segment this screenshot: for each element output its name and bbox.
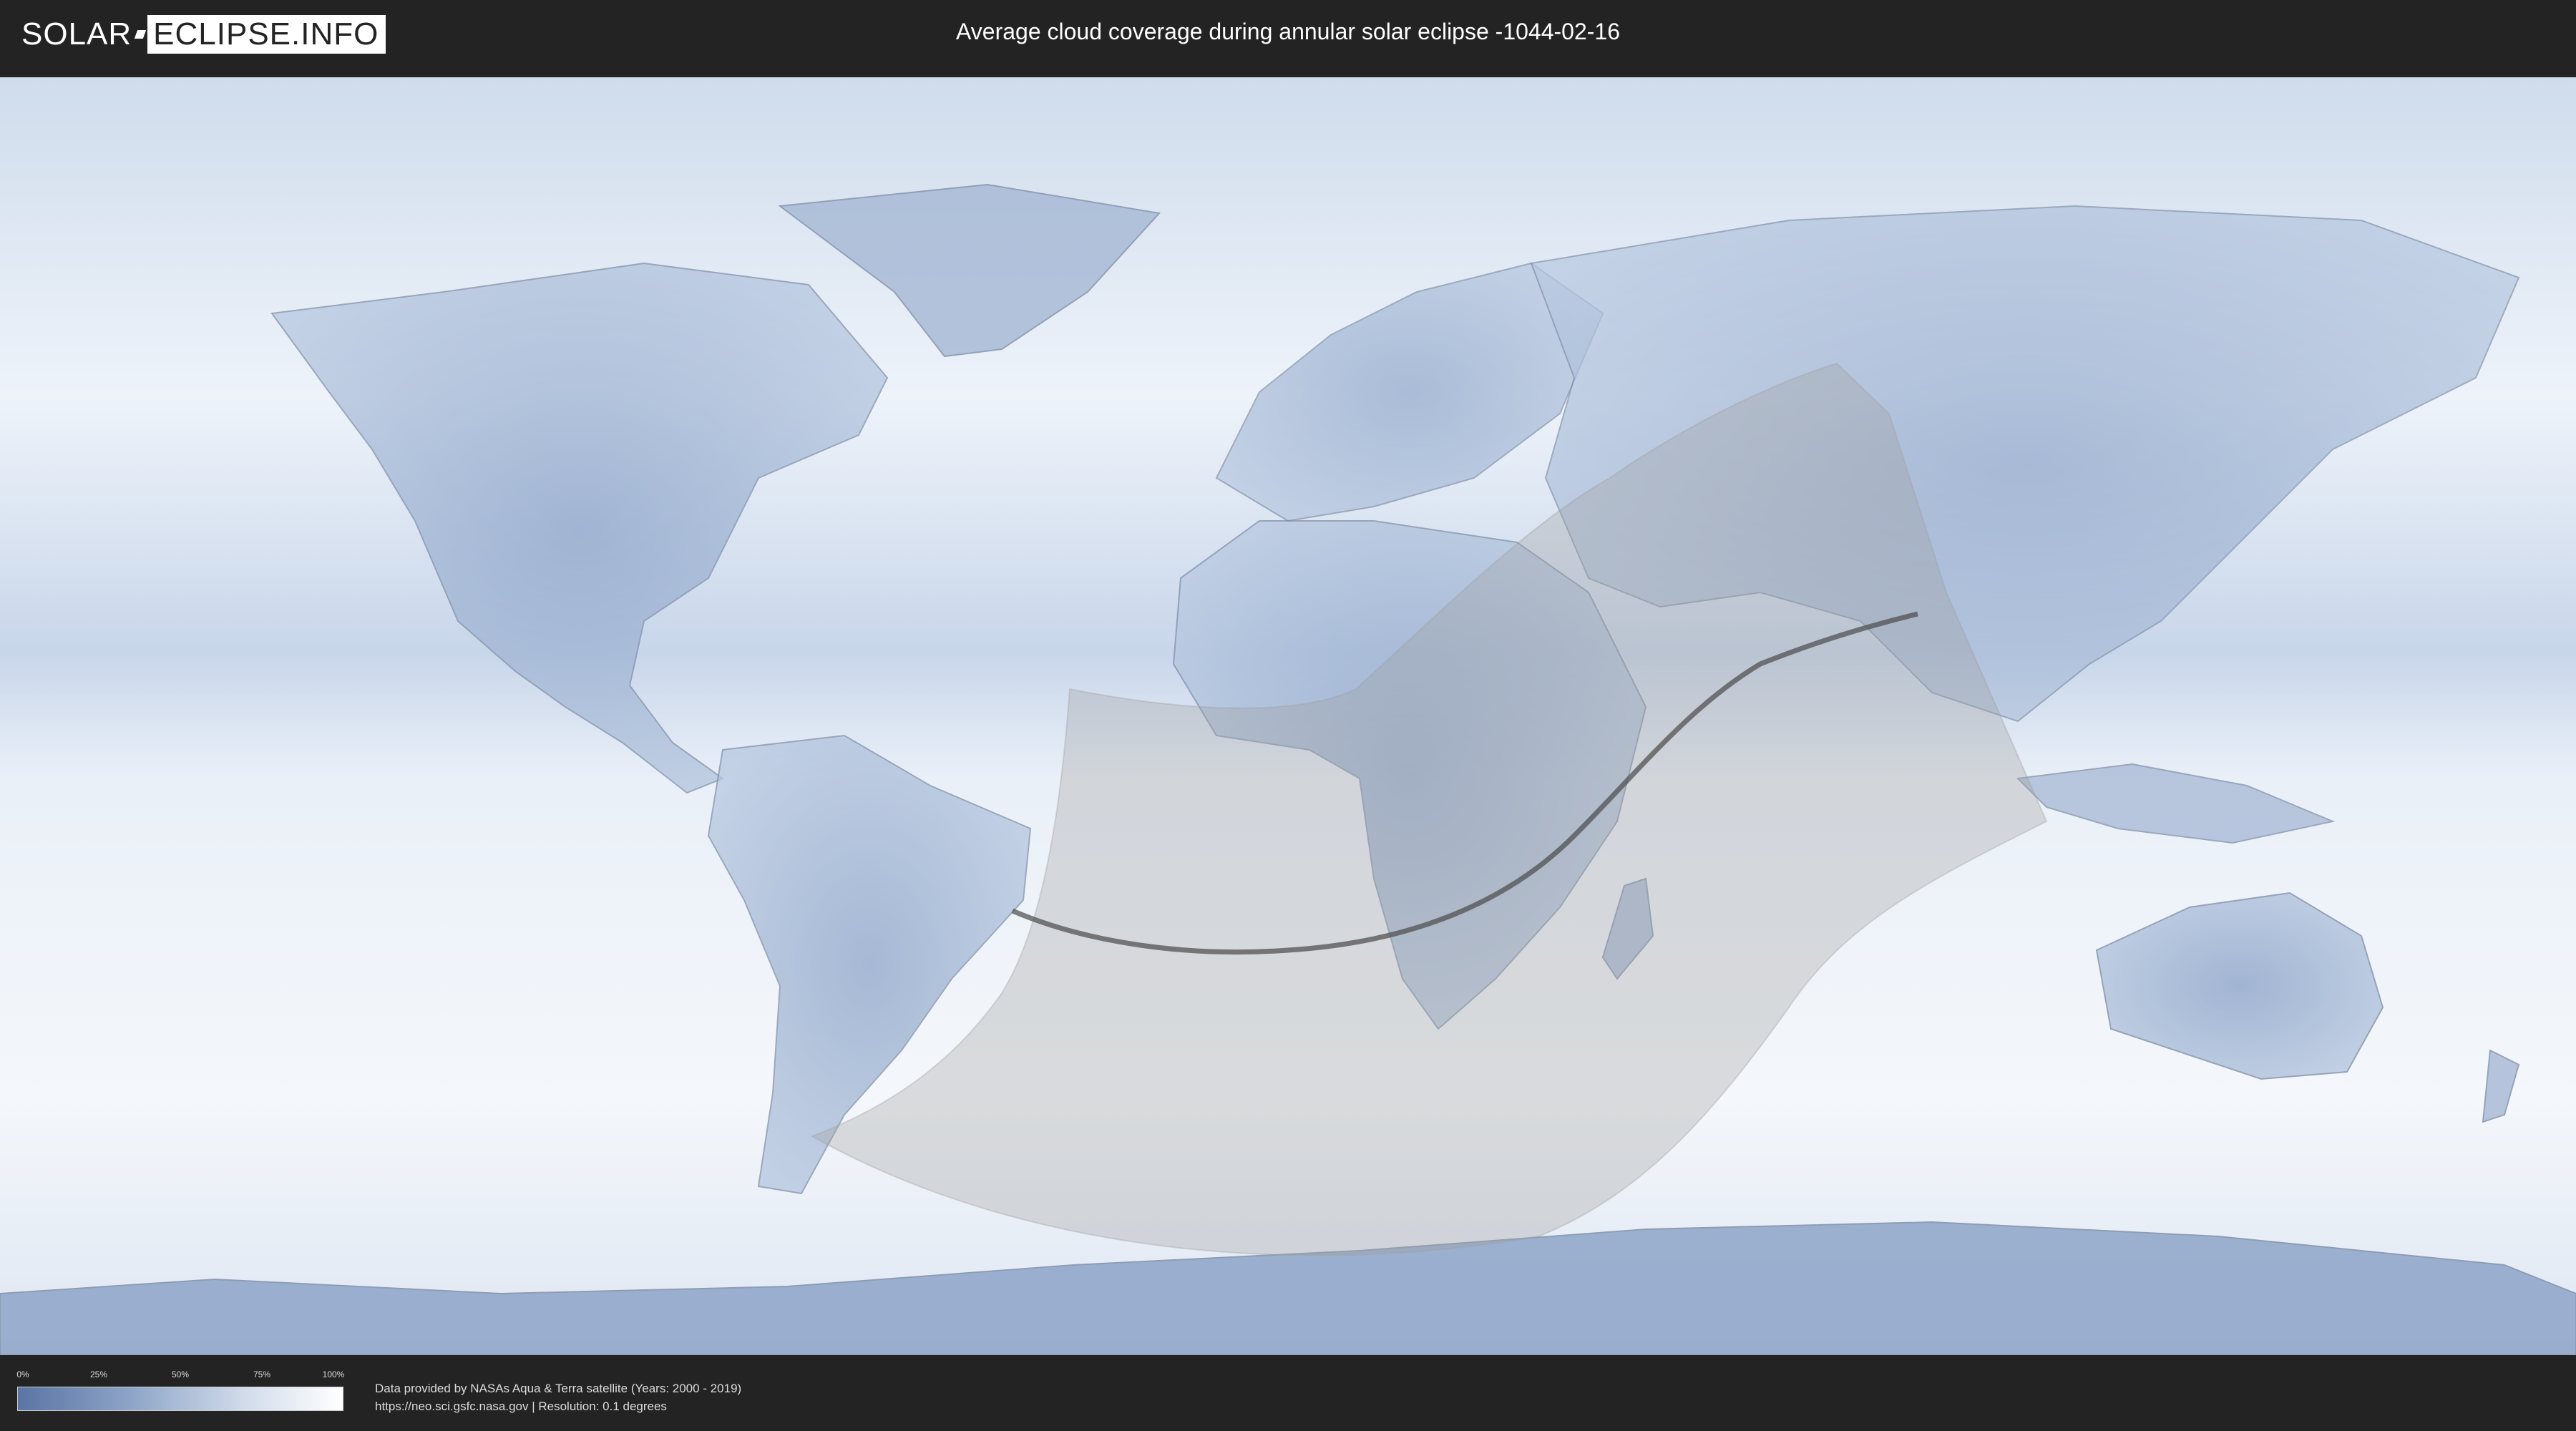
credits-line-url[interactable]: https://neo.sci.gsfc.nasa.gov | Resoluti… [375, 1397, 741, 1415]
legend-ticks: 0% 25% 50% 75% 100% [16, 1369, 345, 1387]
legend-tick: 25% [89, 1369, 108, 1379]
cloud-coverage-map[interactable] [0, 77, 2576, 1355]
footer-bar: 0% 25% 50% 75% 100% Data provided by NAS… [0, 1357, 2576, 1431]
legend-tick: 100% [322, 1369, 345, 1379]
legend-tick: 75% [253, 1369, 271, 1379]
legend-tick: 0% [16, 1369, 29, 1379]
credits-line-source: Data provided by NASAs Aqua & Terra sate… [375, 1382, 742, 1395]
legend-color-bar [17, 1387, 343, 1411]
legend-tick: 50% [171, 1369, 190, 1379]
world-map-svg [0, 77, 2576, 1355]
cloud-coverage-legend: 0% 25% 50% 75% 100% [16, 1369, 345, 1411]
page-title: Average cloud coverage during annular so… [956, 19, 1620, 44]
data-credits: Data provided by NASAs Aqua & Terra sate… [375, 1379, 741, 1415]
header-bar: SOLAR ECLIPSE.INFO Average cloud coverag… [0, 0, 2576, 72]
